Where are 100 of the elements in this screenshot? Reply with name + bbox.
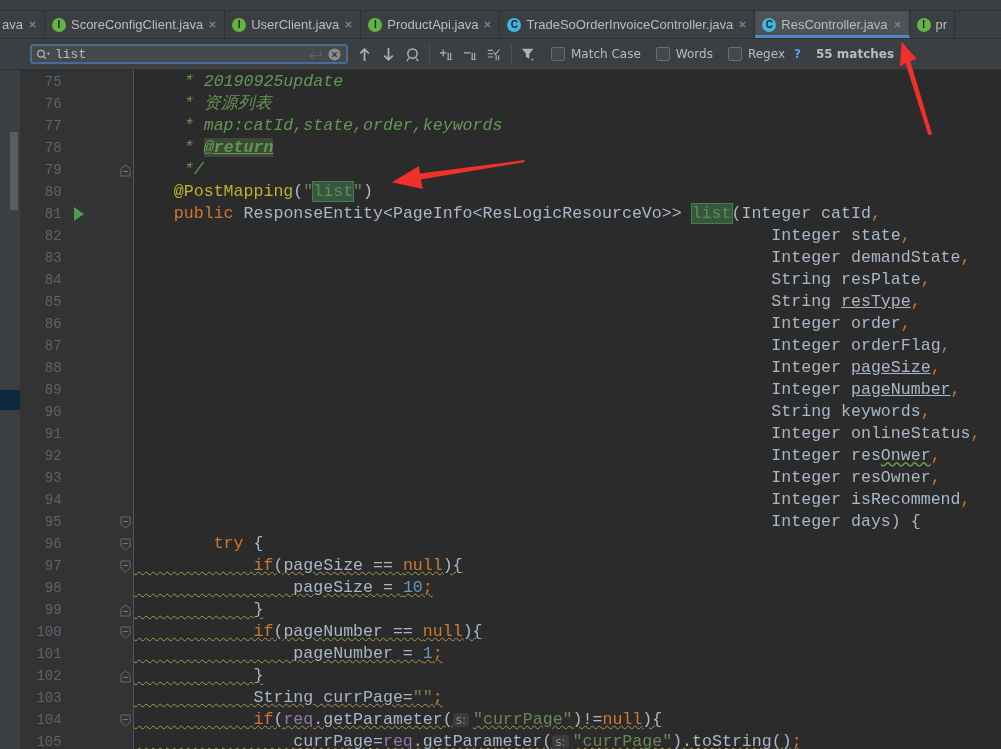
code-punctuation: , <box>910 292 921 311</box>
code-text: Integer <box>770 380 842 399</box>
code-text: String <box>770 292 833 311</box>
code-text: Integer days) { <box>770 512 921 531</box>
fold-icon[interactable] <box>120 669 132 683</box>
code-field: req <box>382 732 413 749</box>
fold-icon[interactable] <box>120 603 132 617</box>
code-punctuation: ; <box>791 732 802 749</box>
code-text: currPage= <box>292 732 383 749</box>
code-punctuation: ; <box>432 688 443 707</box>
code-keyword: public <box>172 204 234 223</box>
help-link[interactable]: ? <box>794 47 801 61</box>
fold-icon[interactable] <box>120 559 132 573</box>
code-keyword: if <box>252 556 274 575</box>
code-text: resType <box>841 292 911 311</box>
string-literal: "" <box>412 688 433 707</box>
code-text: (pageNumber == <box>273 622 414 641</box>
close-icon[interactable] <box>344 20 354 29</box>
code-text: (pageSize == <box>273 556 394 575</box>
code-annotation: @PostMapping <box>172 182 294 201</box>
previous-occurrence-icon[interactable] <box>357 46 372 62</box>
select-all-occurrences-icon[interactable] <box>487 46 502 62</box>
code-punctuation: , <box>900 314 911 333</box>
code-text: .getParameter( <box>313 710 453 729</box>
code-text: Integer res <box>770 446 881 465</box>
code-keyword: try <box>212 534 244 553</box>
code-punctuation: , <box>930 446 941 465</box>
search-input[interactable]: list <box>55 46 304 62</box>
code-text: { <box>252 534 264 553</box>
string-literal: " <box>353 182 364 201</box>
code-punctuation: , <box>920 270 931 289</box>
scrollbar-thumb[interactable] <box>10 132 18 210</box>
close-icon[interactable] <box>738 20 748 29</box>
parameter-hint: s: <box>452 713 469 727</box>
search-box[interactable]: list <box>30 44 348 64</box>
code-text: ( <box>293 182 304 201</box>
code-punctuation: , <box>960 248 971 267</box>
code-keyword: null <box>602 710 643 729</box>
clear-icon[interactable] <box>327 47 342 61</box>
code-text: String keywords <box>770 402 921 421</box>
fold-icon[interactable] <box>120 625 132 639</box>
code-punctuation: , <box>870 204 881 223</box>
enter-icon <box>308 47 323 61</box>
code-text: ( <box>273 710 284 729</box>
code-punctuation: , <box>930 468 941 487</box>
code-punctuation: , <box>900 226 911 245</box>
editor-tab[interactable]: I UserClient.java <box>225 11 362 38</box>
close-icon[interactable] <box>483 20 493 29</box>
file-type-icon: I <box>232 17 247 32</box>
code-text: } <box>252 666 264 685</box>
editor-tab[interactable]: I ProductApi.java <box>361 11 501 38</box>
option-checkbox[interactable]: Regex <box>727 47 785 61</box>
code-text: ){ <box>442 556 463 575</box>
code-comment: * map:catId,state,order,keywords <box>182 116 503 135</box>
close-icon[interactable] <box>892 20 902 29</box>
code-text: Integer resOwner <box>770 468 931 487</box>
fold-icon[interactable] <box>120 515 132 529</box>
code-text: Onwer <box>880 446 931 465</box>
file-type-icon: I <box>51 17 66 32</box>
fold-icon[interactable] <box>120 713 132 727</box>
code-text: Integer isRecommend <box>770 490 961 509</box>
string-literal: "currPage" <box>473 710 573 729</box>
filter-icon[interactable] <box>521 46 536 62</box>
code-keyword: null <box>422 622 463 641</box>
code-text: )!= <box>572 710 603 729</box>
code-text: ResponseEntity<PageInfo<ResLogicResourceVo>> <box>242 204 683 223</box>
code-text: Integer orderFlag <box>770 336 941 355</box>
fold-icon[interactable] <box>120 537 132 551</box>
code-punctuation: , <box>930 358 941 377</box>
code-text: Integer onlineStatus <box>770 424 971 443</box>
code-text: .getParameter( <box>412 732 553 749</box>
close-icon[interactable] <box>208 20 218 29</box>
run-icon[interactable] <box>73 207 84 221</box>
editor-tab[interactable]: ava <box>0 11 45 38</box>
code-punctuation: ; <box>422 578 433 597</box>
option-checkbox[interactable]: Match Case <box>551 47 641 61</box>
code-punctuation: , <box>920 402 931 421</box>
code-keyword: if <box>252 622 274 641</box>
code-punctuation: ; <box>432 644 443 663</box>
fold-icon[interactable] <box>120 163 132 177</box>
code-text: Integer order <box>770 314 901 333</box>
find-all-icon[interactable] <box>405 46 420 62</box>
editor-tab[interactable]: I pr <box>909 11 956 38</box>
code-text: Integer <box>770 358 842 377</box>
code-text: String resPlate <box>770 270 921 289</box>
editor-tab[interactable]: I ScoreConfigClient.java <box>44 11 226 38</box>
code-text: pageSize = <box>292 578 394 597</box>
close-icon[interactable] <box>27 20 37 29</box>
code-text: String currPage= <box>252 688 413 707</box>
editor-tab[interactable]: C ResController.java <box>755 11 910 38</box>
next-occurrence-icon[interactable] <box>381 46 396 62</box>
code-field: req <box>283 710 314 729</box>
match-count: 55 matches <box>815 47 895 61</box>
option-checkbox[interactable]: Words <box>655 47 713 61</box>
code-text: pageSize <box>850 358 931 377</box>
file-type-icon: C <box>507 17 522 32</box>
code-text: ) <box>363 182 374 201</box>
search-icon[interactable] <box>36 47 51 61</box>
number-literal: 10 <box>402 578 423 597</box>
number-literal: 1 <box>422 644 433 663</box>
